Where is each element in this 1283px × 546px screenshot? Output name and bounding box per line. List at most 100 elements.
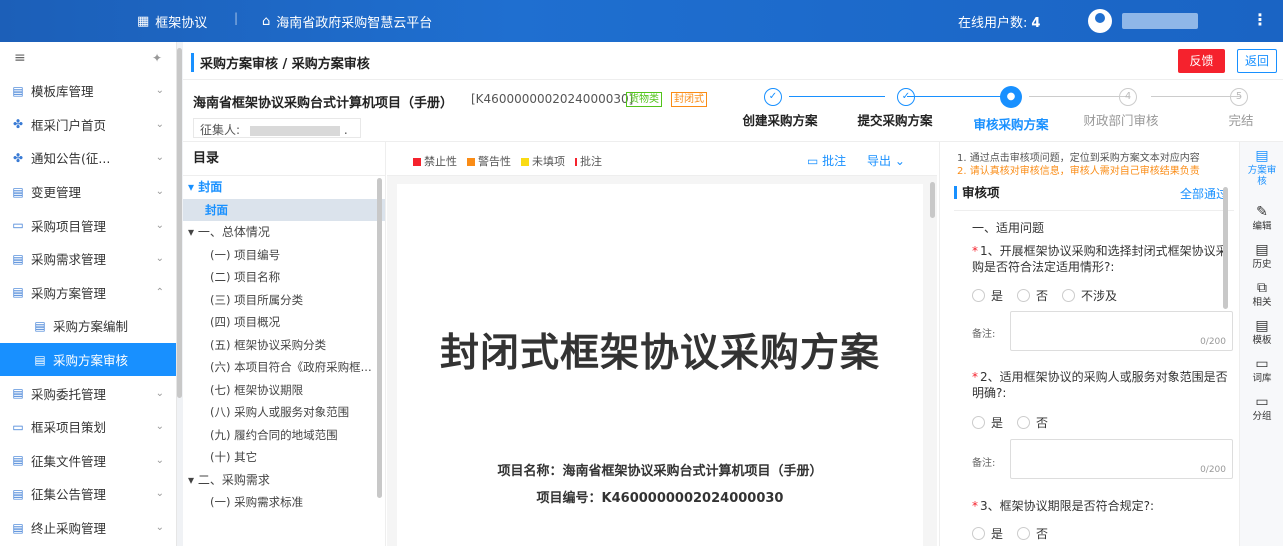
review-scrollbar[interactable] [1223, 187, 1228, 309]
legend-label: 禁止性 [424, 155, 457, 168]
toc-item[interactable]: (四) 项目概况 [183, 311, 385, 334]
sidebar-item[interactable]: ✤ 框采门户首页 ⌄ [0, 108, 176, 142]
sidebar-item[interactable]: ▤ 终止采购管理 ⌄ [0, 511, 176, 545]
toc-item[interactable]: 封面 [183, 198, 385, 221]
step-label: 审核采购方案 [973, 117, 1049, 132]
menu-icon: ▤ [12, 251, 24, 266]
tool-button[interactable]: ▤ 历史 [1240, 242, 1283, 270]
annotate-button[interactable]: ▭ 批注 [807, 152, 846, 169]
question-text: 3、框架协议期限是否符合规定?: [980, 499, 1155, 513]
sidebar-item[interactable]: ▤ 变更管理 ⌄ [0, 175, 176, 209]
sidebar-item-label: 采购方案管理 [31, 285, 107, 301]
toc-item[interactable]: (五) 框架协议采购分类 [183, 334, 385, 357]
tool-button[interactable]: ✎ 编辑 [1240, 204, 1283, 232]
current-step-icon: ● [1000, 86, 1022, 108]
sidebar-item[interactable]: ▭ 采购项目管理 ⌄ [0, 208, 176, 242]
note-label: 备注: [972, 458, 996, 469]
sidebar-item[interactable]: ▤ 采购方案审核 [0, 342, 176, 377]
online-users: 在线用户数: 4 [958, 12, 1040, 31]
radio-no[interactable]: 否 [1017, 414, 1048, 431]
review-question-1[interactable]: * 1、开展框架协议采购和选择封闭式框架协议采购是否符合法定适用情形?: [972, 243, 1232, 275]
legend-swatch [467, 158, 475, 166]
tool-button[interactable]: ▭ 分组 [1240, 394, 1283, 422]
step-create: ✓ 创建采购方案 [713, 80, 833, 129]
feedback-button[interactable]: 反馈 [1178, 49, 1225, 73]
review-panel: 1. 通过点击审核项问题，定位到采购方案文本对应内容 2. 请认真核对审核信息，… [939, 142, 1234, 546]
radio-no[interactable]: 否 [1017, 525, 1048, 542]
user-name-redacted[interactable] [1122, 13, 1198, 29]
tool-button[interactable]: ▤ 模板 [1240, 318, 1283, 346]
tool-icon: ▤ [1255, 242, 1269, 258]
sidebar-item[interactable]: ▤ 征集公告管理 ⌄ [0, 477, 176, 511]
sidebar-item-label: 框采门户首页 [31, 117, 107, 133]
toc-scrollbar[interactable] [377, 178, 382, 498]
radio-not-applicable[interactable]: 不涉及 [1062, 287, 1117, 304]
toc-item[interactable]: (十) 其它 [183, 446, 385, 469]
pin-icon[interactable]: ✦ [152, 51, 162, 65]
avatar[interactable] [1088, 9, 1112, 33]
toc-item[interactable]: (一) 项目编号 [183, 244, 385, 267]
sidebar-item[interactable]: ✤ 通知公告(征... ⌄ [0, 141, 176, 175]
sidebar-item[interactable]: ▤ 采购需求管理 ⌄ [0, 242, 176, 276]
menu-icon: ▤ [12, 453, 24, 468]
sidebar-item[interactable]: ▤ 征集文件管理 ⌄ [0, 444, 176, 478]
radio-yes[interactable]: 是 [972, 414, 1003, 431]
note-field-1[interactable]: 0/200 [1010, 311, 1233, 351]
back-button[interactable]: 返回 [1237, 49, 1277, 73]
step-review: ● 审核采购方案 [951, 80, 1071, 133]
legend-item: 批注 [575, 153, 602, 169]
all-pass-button[interactable]: 全部通过 [1180, 185, 1228, 202]
sidebar-item-label: 通知公告(征... [31, 151, 111, 167]
radio-no[interactable]: 否 [1017, 287, 1048, 304]
menu-icon: ✤ [12, 150, 24, 165]
toc-item[interactable]: (二) 项目名称 [183, 266, 385, 289]
more-icon[interactable]: ⋮ [1252, 10, 1268, 29]
export-button[interactable]: 导出 ⌄ [867, 152, 905, 169]
toc-item[interactable]: ▾ 一、总体情况 [183, 221, 385, 244]
tool-icon: ▭ [1255, 356, 1269, 372]
document-scrollbar[interactable] [930, 182, 935, 218]
step-label: 创建采购方案 [742, 113, 818, 128]
toc-item[interactable]: ▾ 二、采购需求 [183, 469, 385, 492]
radio-yes[interactable]: 是 [972, 525, 1003, 542]
review-question-3[interactable]: * 3、框架协议期限是否符合规定?: [972, 498, 1232, 514]
sidebar-item[interactable]: ▭ 框采项目策划 ⌄ [0, 410, 176, 444]
sidebar-item[interactable]: ▤ 采购委托管理 ⌄ [0, 376, 176, 410]
tool-icon: ▤ [1255, 318, 1269, 334]
sidebar-item[interactable]: ▤ 采购方案编制 [0, 309, 176, 343]
platform-link[interactable]: ⌂ 海南省政府采购智慧云平台 [262, 12, 432, 31]
step-number-icon: 5 [1230, 88, 1248, 106]
step-label: 提交采购方案 [857, 113, 933, 128]
chevron-icon: ⌄ [155, 219, 164, 231]
collector-suffix: . [343, 123, 348, 137]
answer-group-3: 是 否 [972, 525, 1048, 542]
toc-item[interactable]: (六) 本项目符合《政府采购框... [183, 356, 385, 379]
tool-button[interactable]: ▤ 方案审核 [1240, 148, 1283, 187]
toc-item[interactable]: (一) 采购需求标准 [183, 491, 385, 514]
tool-button[interactable]: ▭ 词库 [1240, 356, 1283, 384]
required-mark: * [972, 244, 978, 258]
review-question-2[interactable]: * 2、适用框架协议的采购人或服务对象范围是否明确?: [972, 369, 1232, 401]
note-field-2[interactable]: 0/200 [1010, 439, 1233, 479]
menu-icon: ▤ [12, 520, 24, 535]
legend-swatch [521, 158, 529, 166]
sidebar-item-label: 征集文件管理 [31, 453, 107, 469]
sidebar-item[interactable]: ▤ 采购方案管理 ⌃ [0, 276, 176, 310]
hamburger-icon[interactable]: ≡ [14, 50, 26, 66]
tool-label: 编辑 [1252, 221, 1272, 232]
menu-icon: ✤ [12, 117, 24, 132]
toc-item[interactable]: (七) 框架协议期限 [183, 379, 385, 402]
app-menu-button[interactable]: ▦ 框架协议 [137, 12, 207, 31]
toc-item[interactable]: (三) 项目所属分类 [183, 289, 385, 312]
sidebar-scrollbar[interactable] [177, 48, 182, 398]
review-items: 一、适用问题 * 1、开展框架协议采购和选择封闭式框架协议采购是否符合法定适用情形… [954, 210, 1234, 546]
legend-swatch [575, 158, 577, 166]
chevron-icon: ⌃ [155, 286, 164, 298]
toc-item[interactable]: (八) 采购人或服务对象范围 [183, 401, 385, 424]
toc-item[interactable]: (九) 履约合同的地域范围 [183, 424, 385, 447]
tool-button[interactable]: ⧉ 相关 [1240, 280, 1283, 308]
radio-yes[interactable]: 是 [972, 287, 1003, 304]
sidebar-item[interactable]: ▤ 模板库管理 ⌄ [0, 74, 176, 108]
toc-item[interactable]: ▾ 封面 [183, 176, 385, 199]
question-text: 1、开展框架协议采购和选择封闭式框架协议采购是否符合法定适用情形?: [972, 244, 1228, 274]
